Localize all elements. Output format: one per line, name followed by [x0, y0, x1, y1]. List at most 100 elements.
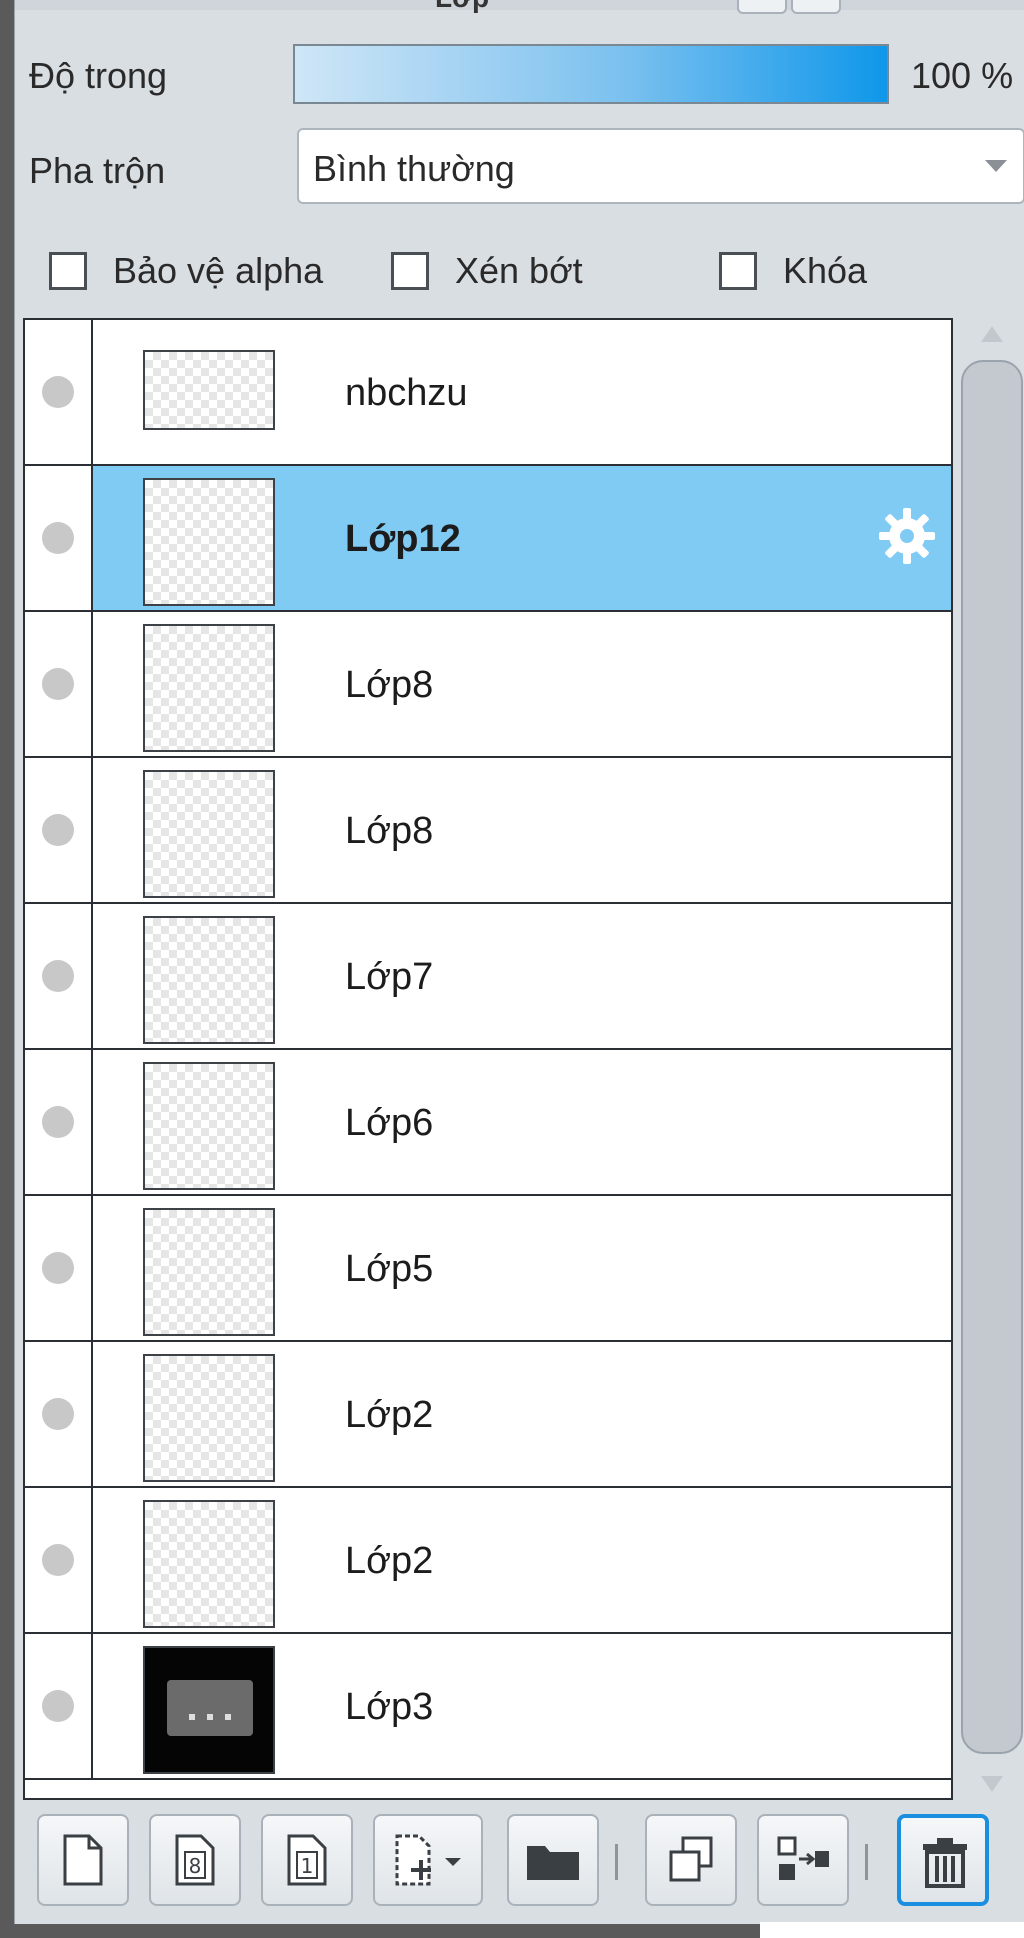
- visibility-toggle[interactable]: [25, 612, 93, 756]
- merge-down-button[interactable]: [757, 1814, 849, 1906]
- new-1bit-layer-icon: 1: [287, 1834, 327, 1886]
- layer-thumbnail: [143, 1208, 275, 1336]
- layer-name: Lớp7: [345, 956, 434, 998]
- visibility-toggle[interactable]: [25, 320, 93, 464]
- new-8bit-layer-icon: 8: [175, 1834, 215, 1886]
- protect-alpha-checkbox[interactable]: Bảo vệ alpha: [49, 250, 323, 292]
- panel-minimize-button[interactable]: [737, 0, 787, 14]
- layer-thumbnail: [143, 350, 275, 430]
- blend-mode-select[interactable]: Bình thường: [297, 128, 1024, 204]
- toolbar-separator: [865, 1844, 868, 1880]
- new-layer-button[interactable]: [37, 1814, 129, 1906]
- opacity-value: 100 %: [911, 55, 1014, 96]
- layer-thumbnail: [143, 1354, 275, 1482]
- layer-name: Lớp8: [345, 810, 434, 852]
- checkbox-box[interactable]: [49, 252, 87, 290]
- layer-name: Lớp2: [345, 1394, 434, 1436]
- toolbar-separator: [615, 1844, 618, 1880]
- new-layer-icon: [63, 1834, 103, 1886]
- layer-name: nbchzu: [345, 372, 468, 414]
- visibility-dot-icon: [42, 522, 74, 554]
- checkbox-box[interactable]: [391, 252, 429, 290]
- layer-list-scrollbar[interactable]: [959, 318, 1024, 1800]
- layer-thumbnail: [143, 770, 275, 898]
- layer-row[interactable]: Lớp5: [25, 1196, 951, 1342]
- folder-icon: [527, 1846, 579, 1880]
- layer-row[interactable]: Lớp2: [25, 1342, 951, 1488]
- layer-body[interactable]: Lớp2: [93, 1488, 951, 1632]
- visibility-toggle[interactable]: [25, 466, 93, 610]
- layer-body[interactable]: Lớp8: [93, 612, 951, 756]
- svg-text:1: 1: [301, 1854, 314, 1878]
- visibility-toggle[interactable]: [25, 1050, 93, 1194]
- layer-thumbnail: [143, 1646, 275, 1774]
- layer-row[interactable]: nbchzu: [25, 320, 951, 466]
- visibility-dot-icon: [42, 960, 74, 992]
- duplicate-layer-button[interactable]: [645, 1814, 737, 1906]
- merge-down-icon: [777, 1836, 829, 1880]
- layer-thumbnail: [143, 624, 275, 752]
- clipping-checkbox[interactable]: Xén bớt: [391, 250, 583, 292]
- visibility-dot-icon: [42, 1544, 74, 1576]
- new-1bit-layer-button[interactable]: 1: [261, 1814, 353, 1906]
- layer-row[interactable]: Lớp8: [25, 758, 951, 904]
- add-layer-dropdown-icon: [395, 1834, 461, 1886]
- layer-row[interactable]: Lớp2: [25, 1488, 951, 1634]
- visibility-toggle[interactable]: [25, 1196, 93, 1340]
- visibility-toggle[interactable]: [25, 1342, 93, 1486]
- lock-checkbox[interactable]: Khóa: [719, 250, 867, 292]
- layer-body[interactable]: Lớp6: [93, 1050, 951, 1194]
- layer-name: Lớp5: [345, 1248, 434, 1290]
- layer-list: nbchzu Lớp12 Lớp8 Lớp8 Lớp7 Lớp6 Lớp5 Lớ…: [23, 318, 953, 1800]
- new-folder-button[interactable]: [507, 1814, 599, 1906]
- layer-body[interactable]: Lớp5: [93, 1196, 951, 1340]
- scrollbar-thumb[interactable]: [961, 360, 1023, 1754]
- trash-icon: [923, 1838, 967, 1888]
- visibility-dot-icon: [42, 1106, 74, 1138]
- protect-alpha-label: Bảo vệ alpha: [113, 250, 324, 291]
- visibility-dot-icon: [42, 814, 74, 846]
- layer-thumbnail: [143, 1062, 275, 1190]
- layer-panel: Lớp Độ trong 100 % Pha trộn Bình thường …: [14, 0, 1024, 1924]
- layer-name: Lớp12: [345, 518, 461, 560]
- layer-body[interactable]: Lớp2: [93, 1342, 951, 1486]
- visibility-toggle[interactable]: [25, 904, 93, 1048]
- blend-mode-label: Pha trộn: [29, 150, 166, 191]
- checkbox-box[interactable]: [719, 252, 757, 290]
- layer-row[interactable]: Lớp6: [25, 1050, 951, 1196]
- visibility-toggle[interactable]: [25, 758, 93, 902]
- layer-body[interactable]: nbchzu: [93, 320, 951, 464]
- delete-layer-button[interactable]: [897, 1814, 989, 1906]
- opacity-slider[interactable]: [293, 44, 889, 104]
- layer-body[interactable]: Lớp3: [93, 1634, 951, 1778]
- layer-body[interactable]: Lớp12: [93, 466, 951, 610]
- visibility-toggle[interactable]: [25, 1634, 93, 1778]
- layer-row[interactable]: Lớp7: [25, 904, 951, 1050]
- layer-body[interactable]: Lớp8: [93, 758, 951, 902]
- new-8bit-layer-button[interactable]: 8: [149, 1814, 241, 1906]
- layer-thumbnail: [143, 1500, 275, 1628]
- layer-row-selected[interactable]: Lớp12: [25, 466, 951, 612]
- visibility-toggle[interactable]: [25, 1488, 93, 1632]
- panel-close-button[interactable]: [791, 0, 841, 14]
- layer-row[interactable]: Lớp3: [25, 1634, 951, 1780]
- add-layer-dropdown-button[interactable]: [373, 1814, 483, 1906]
- visibility-dot-icon: [42, 1252, 74, 1284]
- layer-thumbnail: [143, 916, 275, 1044]
- layer-row[interactable]: Lớp8: [25, 612, 951, 758]
- blend-mode-value: Bình thường: [313, 148, 515, 189]
- gear-icon[interactable]: [875, 504, 939, 568]
- status-strip: [760, 1922, 1024, 1938]
- layer-thumbnail: [143, 478, 275, 606]
- layer-toolbar: 8 1: [15, 1800, 1024, 1924]
- scroll-down-icon[interactable]: [981, 1776, 1003, 1792]
- chevron-down-icon: [985, 160, 1007, 172]
- layer-name: Lớp3: [345, 1686, 434, 1728]
- opacity-label: Độ trong: [29, 55, 168, 96]
- scroll-up-icon[interactable]: [981, 326, 1003, 342]
- thumbnail-content: [167, 1680, 253, 1736]
- clipping-label: Xén bớt: [455, 250, 583, 291]
- visibility-dot-icon: [42, 1398, 74, 1430]
- lock-label: Khóa: [783, 250, 868, 291]
- layer-body[interactable]: Lớp7: [93, 904, 951, 1048]
